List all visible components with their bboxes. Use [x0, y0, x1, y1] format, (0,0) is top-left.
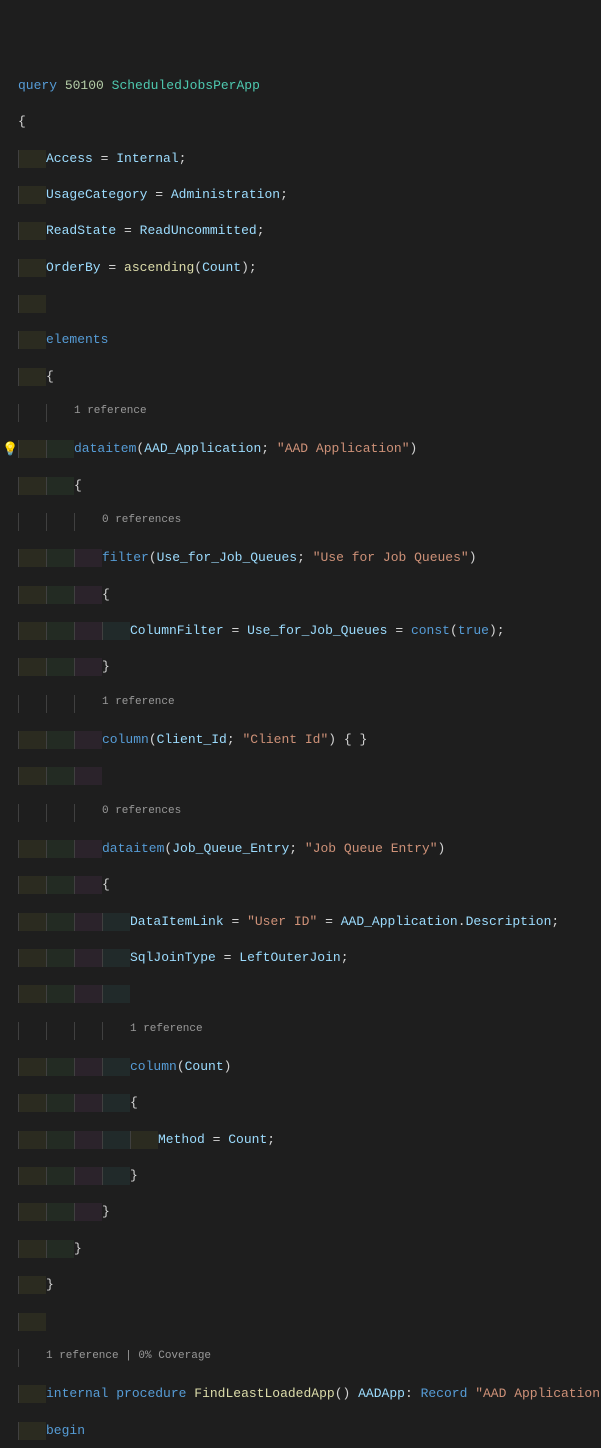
code-line[interactable]: elements	[8, 331, 601, 349]
property: Access	[46, 151, 93, 166]
blank-line[interactable]	[8, 295, 601, 313]
code-line[interactable]: column(Client_Id; "Client Id") { }	[8, 731, 601, 749]
code-line[interactable]: }	[8, 1276, 601, 1294]
codelens[interactable]: 1 reference | 0% Coverage	[8, 1349, 601, 1367]
value: Internal	[116, 151, 178, 166]
keyword: filter	[102, 550, 149, 565]
codelens[interactable]: 1 reference	[8, 1022, 601, 1040]
code-line[interactable]: ReadState = ReadUncommitted;	[8, 222, 601, 240]
string: "Job Queue Entry"	[305, 841, 438, 856]
ident: Use_for_Job_Queues	[247, 623, 387, 638]
string: "Client Id"	[242, 732, 328, 747]
value: LeftOuterJoin	[239, 950, 340, 965]
code-line[interactable]: }	[8, 1167, 601, 1185]
code-line[interactable]: internal procedure FindLeastLoadedApp() …	[8, 1385, 601, 1403]
codelens-text: 0 references	[102, 514, 181, 526]
code-line[interactable]: }	[8, 658, 601, 676]
code-line[interactable]: begin	[8, 1422, 601, 1440]
code-line[interactable]: }	[8, 1203, 601, 1221]
property: ColumnFilter	[130, 623, 224, 638]
blank-line[interactable]	[8, 985, 601, 1003]
property: Method	[158, 1132, 205, 1147]
keyword: column	[102, 732, 149, 747]
property: DataItemLink	[130, 914, 224, 929]
codelens-text: 1 reference	[130, 1023, 203, 1035]
string: "AAD Application"	[277, 441, 410, 456]
code-line[interactable]: column(Count)	[8, 1058, 601, 1076]
code-line[interactable]: SqlJoinType = LeftOuterJoin;	[8, 949, 601, 967]
keyword: Record	[421, 1386, 468, 1401]
code-line[interactable]: DataItemLink = "User ID" = AAD_Applicati…	[8, 913, 601, 931]
func-name: FindLeastLoadedApp	[194, 1386, 334, 1401]
codelens-text: 1 reference	[102, 696, 175, 708]
property: OrderBy	[46, 260, 101, 275]
value: ReadUncommitted	[140, 223, 257, 238]
code-line[interactable]: Method = Count;	[8, 1131, 601, 1149]
code-line[interactable]: }	[8, 1240, 601, 1258]
ident: Count	[185, 1059, 224, 1074]
func: ascending	[124, 260, 194, 275]
keyword: internal	[46, 1386, 108, 1401]
keyword: const	[411, 623, 450, 638]
ident: Client_Id	[157, 732, 227, 747]
code-line[interactable]: Access = Internal;	[8, 150, 601, 168]
value: Administration	[171, 187, 280, 202]
object-id: 50100	[65, 78, 104, 93]
ident: AAD_Application	[144, 441, 261, 456]
keyword: dataitem	[74, 441, 136, 456]
ident: AAD_Application	[341, 914, 458, 929]
code-line[interactable]: {	[8, 113, 601, 131]
lightbulb-icon[interactable]: 💡	[2, 441, 18, 459]
codelens[interactable]: 0 references	[8, 804, 601, 822]
ident: Description	[466, 914, 552, 929]
keyword: column	[130, 1059, 177, 1074]
code-line[interactable]: 💡dataitem(AAD_Application; "AAD Applicat…	[8, 440, 601, 458]
blank-line[interactable]	[8, 1313, 601, 1331]
string: "Use for Job Queues"	[313, 550, 469, 565]
codelens[interactable]: 1 reference	[8, 404, 601, 422]
ident: Job_Queue_Entry	[172, 841, 289, 856]
ident: AADApp	[358, 1386, 405, 1401]
code-line[interactable]: OrderBy = ascending(Count);	[8, 259, 601, 277]
blank-line[interactable]	[8, 767, 601, 785]
codelens-text: 0 references	[102, 805, 181, 817]
code-line[interactable]: ColumnFilter = Use_for_Job_Queues = cons…	[8, 622, 601, 640]
keyword: begin	[46, 1423, 85, 1438]
property: ReadState	[46, 223, 116, 238]
codelens-text: 1 reference | 0% Coverage	[46, 1350, 211, 1362]
const: true	[458, 623, 489, 638]
codelens[interactable]: 1 reference	[8, 695, 601, 713]
code-line[interactable]: {	[8, 586, 601, 604]
value: Count	[228, 1132, 267, 1147]
code-line[interactable]: {	[8, 1094, 601, 1112]
keyword: dataitem	[102, 841, 164, 856]
ident: Use_for_Job_Queues	[157, 550, 297, 565]
string: "AAD Application"	[475, 1386, 601, 1401]
arg: Count	[202, 260, 241, 275]
keyword-query: query	[18, 78, 57, 93]
keyword-elements: elements	[46, 332, 108, 347]
object-name: ScheduledJobsPerApp	[112, 78, 260, 93]
code-line[interactable]: UsageCategory = Administration;	[8, 186, 601, 204]
code-line[interactable]: dataitem(Job_Queue_Entry; "Job Queue Ent…	[8, 840, 601, 858]
code-line[interactable]: {	[8, 477, 601, 495]
string: "User ID"	[247, 914, 317, 929]
property: UsageCategory	[46, 187, 147, 202]
codelens-text: 1 reference	[74, 405, 147, 417]
property: SqlJoinType	[130, 950, 216, 965]
code-line[interactable]: {	[8, 368, 601, 386]
code-line[interactable]: query 50100 ScheduledJobsPerApp	[8, 77, 601, 95]
code-line[interactable]: filter(Use_for_Job_Queues; "Use for Job …	[8, 549, 601, 567]
keyword: procedure	[116, 1386, 186, 1401]
code-line[interactable]: {	[8, 876, 601, 894]
codelens[interactable]: 0 references	[8, 513, 601, 531]
